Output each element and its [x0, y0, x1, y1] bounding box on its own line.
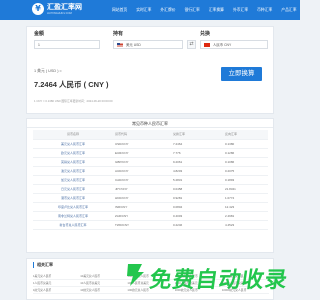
exchange-rate-cell: 9.2061	[171, 157, 223, 167]
nav-item-converter[interactable]: 汇率换算	[209, 8, 224, 13]
header-exchange-rate: 兑换汇率	[171, 130, 223, 140]
table-header-row: 货币名称 货币代码 兑换汇率 反向汇率	[33, 130, 268, 140]
currency-name-cell[interactable]: 欧元兑人民币汇率	[33, 148, 113, 158]
logo-title: 汇盈汇率网	[47, 3, 82, 11]
inverse-rate-cell: 0.1893	[223, 175, 268, 185]
related-rate-link[interactable]: 10欧元兑人民币	[80, 288, 127, 292]
nav-item-currency[interactable]: 币种汇率	[257, 8, 272, 13]
logo-icon: ¥	[32, 3, 44, 15]
currency-code-cell: CAD/CNY	[113, 175, 171, 185]
related-rate-link[interactable]: 10美元兑人民币	[80, 274, 127, 278]
related-rate-link[interactable]: 10人民币兑美元	[80, 281, 127, 285]
site-header: ¥ 汇盈汇率网 HUIYINGHUILV.COM 网站首页 实时汇率 外汇牌价 …	[0, 0, 300, 20]
us-flag-icon	[117, 42, 123, 47]
related-rate-link[interactable]: 1美元兑人民币	[33, 274, 80, 278]
inverse-rate-cell: 12.423	[223, 202, 268, 212]
currency-code-cell: HKD/CNY	[113, 193, 171, 203]
table-row[interactable]: 南非兰特兑人民币汇率 ZAR/CNY 0.4003 2.4981	[33, 211, 268, 221]
conversion-result: 7.2464 人民币 ( CNY )	[34, 80, 109, 89]
table-row[interactable]: 英镑兑人民币汇率 GBP/CNY 9.2061 0.1086	[33, 157, 268, 167]
currency-code-cell: EUR/CNY	[113, 148, 171, 158]
inverse-rate-cell: 0.1086	[223, 157, 268, 167]
exchange-rate-cell: 7.776	[171, 148, 223, 158]
cn-flag-icon	[204, 42, 210, 47]
exchange-rate-cell: 0.4003	[171, 211, 223, 221]
related-rate-link[interactable]: 1人民币兑美元	[33, 281, 80, 285]
inverse-rate-cell: 2.4981	[223, 211, 268, 221]
rate-base-label: 1 美元 ( USD ) =	[34, 69, 62, 73]
nav-item-quotes[interactable]: 外汇牌价	[160, 8, 175, 13]
amount-value: 1	[38, 42, 40, 47]
amount-label: 金额	[34, 31, 45, 37]
logo-domain: HUIYINGHUILV.COM	[47, 11, 72, 15]
nav-item-product[interactable]: 产品汇率	[281, 8, 296, 13]
convert-button[interactable]: 立即换算	[221, 67, 262, 81]
exchange-rate-cell: 0.0804	[171, 202, 223, 212]
header-currency-name: 货币名称	[33, 130, 113, 140]
exchange-rate-cell: 0.9281	[171, 193, 223, 203]
to-currency-value: 人民币 CNY	[213, 43, 232, 47]
currency-code-cell: USD/CNY	[113, 139, 171, 149]
table-row[interactable]: 美元兑人民币汇率 USD/CNY 7.2464 0.1380	[33, 139, 268, 149]
currency-code-cell: JPY/CNY	[113, 184, 171, 194]
table-row[interactable]: 印度卢比兑人民币汇率 INR/CNY 0.0804 12.423	[33, 202, 268, 212]
inverse-rate-cell: 4.4523	[223, 220, 268, 230]
watermark-text: 免费自动收录	[147, 268, 290, 293]
currency-code-cell: TWD/CNY	[113, 220, 171, 230]
inverse-rate-cell: 0.1286	[223, 148, 268, 158]
table-row[interactable]: 加元兑人民币汇率 CAD/CNY 5.2831 0.1893	[33, 175, 268, 185]
to-currency-select[interactable]: 人民币 CNY	[200, 40, 268, 49]
table-row[interactable]: 澳元兑人民币汇率 AUD/CNY 4.8203 0.2075	[33, 166, 268, 176]
currency-name-cell[interactable]: 印度卢比兑人民币汇率	[33, 202, 113, 212]
related-rates-title: 相关汇率	[33, 262, 53, 268]
table-row[interactable]: 日元兑人民币汇率 JPY/CNY 0.0458 21.8341	[33, 184, 268, 194]
currency-name-cell[interactable]: 美元兑人民币汇率	[33, 139, 113, 149]
header-inverse-rate: 反向汇率	[223, 130, 268, 140]
from-currency-label: 持有	[113, 31, 124, 37]
from-currency-value: 美元 USD	[126, 43, 141, 47]
table-row[interactable]: 港币兑人民币汇率 HKD/CNY 0.9281 1.0774	[33, 193, 268, 203]
nav-item-home[interactable]: 网站首页	[112, 8, 127, 13]
currency-code-cell: INR/CNY	[113, 202, 171, 212]
rate-update-info: 1 CNY = 0.1380 USD 国际汇率更新时间：2024-06-20 0…	[34, 99, 113, 103]
currency-name-cell[interactable]: 澳元兑人民币汇率	[33, 166, 113, 176]
table-row[interactable]: 新台币兑人民币汇率 TWD/CNY 0.2246 4.4523	[33, 220, 268, 230]
header-currency-code: 货币代码	[113, 130, 171, 140]
inverse-rate-cell: 1.0774	[223, 193, 268, 203]
watermark-logo-icon	[127, 264, 144, 286]
nav-item-realtime[interactable]: 实时汇率	[136, 8, 151, 13]
exchange-rate-cell: 0.2246	[171, 220, 223, 230]
inverse-rate-cell: 0.2075	[223, 166, 268, 176]
currency-code-cell: GBP/CNY	[113, 157, 171, 167]
currency-name-cell[interactable]: 日元兑人民币汇率	[33, 184, 113, 194]
exchange-rate-cell: 7.2464	[171, 139, 223, 149]
related-rate-link[interactable]: 1欧元兑人民币	[33, 288, 80, 292]
exchange-rate-cell: 0.0458	[171, 184, 223, 194]
converter-panel: 金额 1 持有 美元 USD ⇄ 兑换 人民币 CNY 1 美元 ( USD )…	[26, 26, 274, 114]
amount-input[interactable]: 1	[34, 40, 100, 49]
currency-name-cell[interactable]: 英镑兑人民币汇率	[33, 157, 113, 167]
table-row[interactable]: 欧元兑人民币汇率 EUR/CNY 7.776 0.1286	[33, 148, 268, 158]
inverse-rate-cell: 21.8341	[223, 184, 268, 194]
rates-table: 货币名称 货币代码 兑换汇率 反向汇率 美元兑人民币汇率 USD/CNY 7.246…	[33, 130, 268, 230]
rates-table-title: 常见币种人民币汇率	[27, 119, 273, 128]
currency-name-cell[interactable]: 加元兑人民币汇率	[33, 175, 113, 185]
exchange-rate-cell: 4.8203	[171, 166, 223, 176]
site-logo[interactable]: ¥ 汇盈汇率网 HUIYINGHUILV.COM	[32, 3, 82, 15]
inverse-rate-cell: 0.1380	[223, 139, 268, 149]
currency-code-cell: ZAR/CNY	[113, 211, 171, 221]
exchange-rate-cell: 5.2831	[171, 175, 223, 185]
currency-name-cell[interactable]: 新台币兑人民币汇率	[33, 220, 113, 230]
currency-code-cell: AUD/CNY	[113, 166, 171, 176]
swap-currency-button[interactable]: ⇄	[187, 40, 196, 49]
nav-item-foreign[interactable]: 外币汇率	[233, 8, 248, 13]
to-currency-label: 兑换	[200, 31, 211, 37]
currency-name-cell[interactable]: 南非兰特兑人民币汇率	[33, 211, 113, 221]
rates-table-panel: 常见币种人民币汇率 货币名称 货币代码 兑换汇率 反向汇率 美元兑人民币汇率 US…	[26, 118, 274, 253]
currency-name-cell[interactable]: 港币兑人民币汇率	[33, 193, 113, 203]
from-currency-select[interactable]: 美元 USD	[113, 40, 183, 49]
nav-item-bank[interactable]: 银行汇率	[185, 8, 200, 13]
main-nav: 网站首页 实时汇率 外汇牌价 银行汇率 汇率换算 外币汇率 币种汇率 产品汇率	[112, 0, 306, 20]
logo-text: 汇盈汇率网 HUIYINGHUILV.COM	[47, 4, 82, 15]
